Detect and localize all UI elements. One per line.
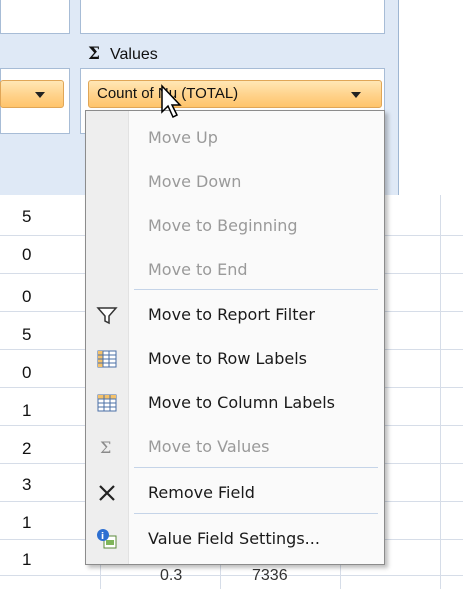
cell-value[interactable]: 2 — [22, 439, 52, 459]
cell-value[interactable]: 1 — [22, 401, 52, 421]
cell-value[interactable]: 0 — [22, 287, 52, 307]
values-label: Values — [110, 46, 158, 63]
count-of-nu-field-button[interactable]: Count of Nu (TOTAL) — [88, 80, 382, 108]
cell-value[interactable]: 0 — [22, 363, 52, 383]
filter-icon — [96, 307, 118, 325]
menu-item-move-down[interactable]: Move Down — [86, 160, 384, 204]
menu-item-move-to-row-labels[interactable]: Move to Row Labels — [86, 337, 384, 381]
panel-border — [398, 0, 399, 195]
grid-col-line — [440, 195, 441, 589]
menu-item-label: Move to Values — [148, 437, 270, 456]
sigma-icon: Σ — [88, 44, 101, 64]
menu-separator — [134, 289, 378, 290]
menu-item-move-to-report-filter[interactable]: Move to Report Filter — [86, 293, 384, 337]
column-labels-icon — [97, 394, 117, 412]
menu-item-move-to-beginning[interactable]: Move to Beginning — [86, 204, 384, 248]
cell-value[interactable]: 5 — [22, 207, 52, 227]
svg-text:i: i — [101, 532, 104, 542]
menu-item-label: Move to Beginning — [148, 216, 298, 235]
values-area-header: Σ Values — [88, 44, 158, 64]
cell-value[interactable]: 7336 — [252, 567, 288, 585]
menu-item-move-to-values[interactable]: Σ Move to Values — [86, 425, 384, 469]
menu-item-label: Move Down — [148, 172, 242, 191]
sigma-icon: Σ — [100, 438, 111, 457]
menu-separator — [134, 513, 378, 514]
cell-value[interactable]: 5 — [22, 325, 52, 345]
menu-item-move-up[interactable]: Move Up — [86, 116, 384, 160]
remove-x-icon — [99, 485, 115, 501]
row-field-button[interactable] — [0, 80, 64, 108]
menu-item-label: Value Field Settings... — [148, 529, 320, 548]
menu-item-move-to-column-labels[interactable]: Move to Column Labels — [86, 381, 384, 425]
svg-text:Σ: Σ — [100, 438, 111, 457]
column-labels-area-top — [80, 0, 385, 34]
menu-item-value-field-settings[interactable]: i Value Field Settings... — [86, 517, 384, 561]
chevron-down-icon[interactable] — [351, 92, 361, 98]
menu-item-label: Move Up — [148, 128, 218, 147]
menu-item-label: Move to Report Filter — [148, 305, 315, 324]
panel-right-sheet-area — [398, 0, 463, 195]
menu-item-remove-field[interactable]: Remove Field — [86, 471, 384, 515]
row-labels-area-top — [0, 0, 70, 34]
cell-value[interactable]: 0 — [22, 245, 52, 265]
chevron-down-icon[interactable] — [35, 92, 45, 98]
menu-item-label: Move to Column Labels — [148, 393, 335, 412]
mouse-cursor-icon — [161, 84, 182, 119]
row-labels-icon — [97, 350, 117, 368]
value-field-settings-icon: i — [97, 529, 117, 549]
grid-row-line — [0, 575, 463, 576]
cell-value[interactable]: 0.3 — [160, 567, 182, 585]
menu-item-label: Move to End — [148, 260, 248, 279]
menu-item-label: Remove Field — [148, 483, 255, 502]
menu-separator — [134, 467, 378, 468]
cell-value[interactable]: 1 — [22, 550, 52, 570]
menu-item-move-to-end[interactable]: Move to End — [86, 248, 384, 292]
field-context-menu: Move Up Move Down Move to Beginning Move… — [85, 110, 385, 565]
menu-item-label: Move to Row Labels — [148, 349, 307, 368]
cell-value[interactable]: 1 — [22, 513, 52, 533]
cell-value[interactable]: 3 — [22, 475, 52, 495]
